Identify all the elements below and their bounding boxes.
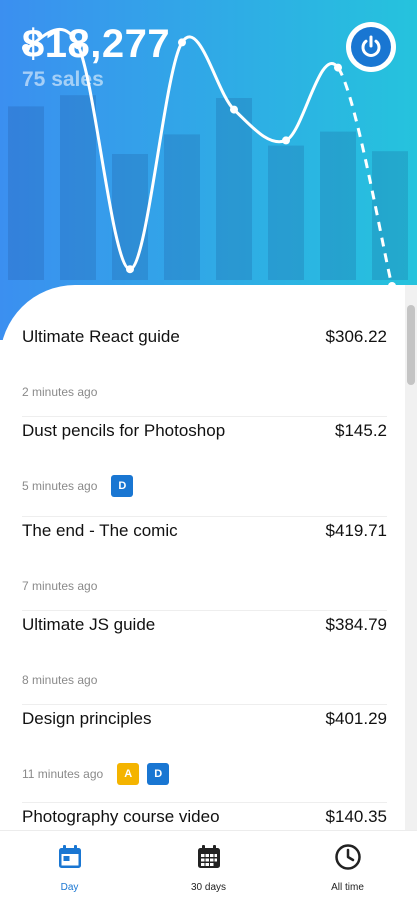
sale-meta: 5 minutes ago D <box>22 475 134 497</box>
chart-point <box>178 38 186 47</box>
chart-bar <box>268 145 304 280</box>
sale-price: $384.79 <box>325 615 387 634</box>
tab-30-days-label: 30 days <box>190 882 227 893</box>
sale-row[interactable]: Dust pencils for Photoshop $145.2 5 minute… <box>22 421 387 517</box>
status-badge: D <box>147 763 170 785</box>
sale-meta: 7 minutes ago <box>22 579 97 593</box>
sale-row[interactable]: Photography course video $140.35 <box>22 807 387 830</box>
calendar-month-icon <box>197 845 220 868</box>
sales-count: 75 sales <box>22 68 104 91</box>
tab-30-days[interactable]: 30 days <box>139 831 278 900</box>
chart-point <box>230 105 238 114</box>
power-button[interactable] <box>346 22 396 72</box>
total-revenue: $18,277 <box>22 22 171 66</box>
sale-price: $140.35 <box>325 807 387 826</box>
sale-title: Ultimate JS guide <box>22 615 156 634</box>
sales-list-panel: Ultimate React guide $306.22 2 minutes ago… <box>0 285 417 830</box>
sale-price: $145.2 <box>335 421 387 440</box>
sale-price: $306.22 <box>325 327 387 346</box>
sale-row[interactable]: Ultimate JS guide $384.79 8 minutes ago <box>22 615 387 705</box>
sale-time: 11 minutes ago <box>22 767 104 781</box>
chart-bar <box>320 131 356 280</box>
calendar-day-icon <box>58 845 81 868</box>
sale-row[interactable]: The end - The comic $419.71 7 minutes ago <box>22 521 387 611</box>
tab-all-time[interactable]: All time <box>278 831 417 900</box>
clock-icon <box>334 844 361 870</box>
chart-bar <box>112 154 148 280</box>
scrollbar[interactable] <box>405 285 417 830</box>
sale-time: 7 minutes ago <box>22 579 98 593</box>
sale-time: 2 minutes ago <box>22 385 98 399</box>
status-badge: D <box>111 475 134 497</box>
power-icon <box>351 27 391 67</box>
chart-bar <box>8 106 44 281</box>
sale-title: Design principles <box>22 709 152 728</box>
sale-title: Photography course video <box>22 807 220 826</box>
sale-meta: 11 minutes ago A D <box>22 763 170 785</box>
chart-bar <box>372 151 408 280</box>
sale-title: Ultimate React guide <box>22 327 180 346</box>
sale-price: $419.71 <box>325 521 387 540</box>
status-badge: A <box>117 763 140 785</box>
scrollbar-thumb[interactable] <box>407 305 415 385</box>
sale-time: 8 minutes ago <box>22 673 98 687</box>
sale-time: 5 minutes ago <box>22 479 98 493</box>
bottom-tab-bar: Day 30 days All time <box>0 830 417 900</box>
tab-all-time-label: All time <box>331 882 364 893</box>
sale-price: $401.29 <box>325 709 387 728</box>
chart-point <box>126 265 134 274</box>
sale-meta: 8 minutes ago <box>22 673 97 687</box>
sale-title: Dust pencils for Photoshop <box>22 421 226 440</box>
chart-point <box>282 136 290 145</box>
sale-row[interactable]: Design principles $401.29 11 minutes ago A D <box>22 709 387 803</box>
chart-bar <box>164 134 200 280</box>
tab-day[interactable]: Day <box>0 831 139 900</box>
sale-meta: 2 minutes ago <box>22 385 97 399</box>
tab-day-label: Day <box>60 882 79 893</box>
chart-bar <box>216 98 252 280</box>
chart-bar <box>60 95 96 280</box>
chart-point <box>334 63 342 72</box>
sale-row[interactable]: Ultimate React guide $306.22 2 minutes ago <box>22 327 387 417</box>
sale-title: The end - The comic <box>22 521 178 540</box>
